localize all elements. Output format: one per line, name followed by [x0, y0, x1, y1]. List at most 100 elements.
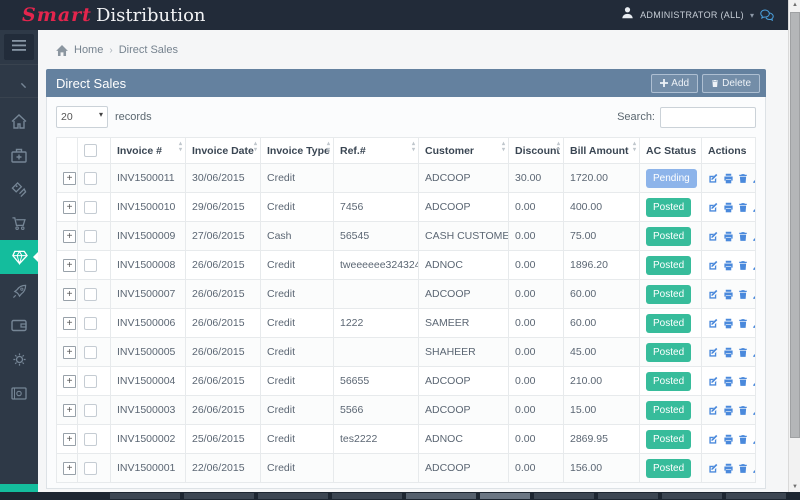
expand-row-button[interactable]: + [63, 317, 76, 330]
sidebar-item-home[interactable] [0, 104, 38, 138]
expand-row-button[interactable]: + [63, 259, 76, 272]
sort-arrows-icon[interactable]: ▴▾ [633, 141, 636, 153]
sort-arrows-icon[interactable]: ▴▾ [254, 141, 257, 153]
row-checkbox[interactable] [84, 288, 97, 301]
user-icon[interactable] [752, 173, 756, 184]
delete-icon[interactable] [738, 289, 748, 300]
sort-arrows-icon[interactable]: ▴▾ [412, 141, 415, 153]
user-icon[interactable] [752, 434, 756, 445]
column-header[interactable]: Invoice Type▴▾ [261, 138, 334, 164]
expand-row-button[interactable]: + [63, 462, 76, 475]
print-icon[interactable] [723, 202, 734, 213]
print-icon[interactable] [723, 463, 734, 474]
sidebar-item-direct-sales[interactable] [0, 240, 38, 274]
delete-button[interactable]: Delete [702, 74, 760, 93]
edit-icon[interactable] [708, 202, 719, 213]
expand-row-button[interactable]: + [63, 201, 76, 214]
user-icon[interactable] [752, 347, 756, 358]
expand-row-button[interactable]: + [63, 288, 76, 301]
edit-icon[interactable] [708, 260, 719, 271]
sort-arrows-icon[interactable]: ▴▾ [502, 141, 505, 153]
edit-icon[interactable] [708, 463, 719, 474]
delete-icon[interactable] [738, 434, 748, 445]
sort-arrows-icon[interactable]: ▴▾ [327, 141, 330, 153]
delete-icon[interactable] [738, 405, 748, 416]
user-icon[interactable] [752, 318, 756, 329]
row-checkbox[interactable] [84, 404, 97, 417]
edit-icon[interactable] [708, 405, 719, 416]
print-icon[interactable] [723, 347, 734, 358]
sort-arrows-icon[interactable]: ▴▾ [179, 141, 182, 153]
print-icon[interactable] [723, 289, 734, 300]
print-icon[interactable] [723, 231, 734, 242]
edit-icon[interactable] [708, 231, 719, 242]
chat-icon[interactable] [760, 9, 774, 21]
user-icon[interactable] [752, 260, 756, 271]
row-checkbox[interactable] [84, 433, 97, 446]
column-header[interactable]: Invoice #▴▾ [111, 138, 186, 164]
column-header[interactable]: Invoice Date▴▾ [186, 138, 261, 164]
sidebar-item-delivery[interactable] [0, 274, 38, 308]
expand-row-button[interactable]: + [63, 346, 76, 359]
print-icon[interactable] [723, 173, 734, 184]
expand-row-button[interactable]: + [63, 433, 76, 446]
delete-icon[interactable] [738, 260, 748, 271]
edit-icon[interactable] [708, 347, 719, 358]
edit-icon[interactable] [708, 318, 719, 329]
user-icon[interactable] [752, 231, 756, 242]
user-icon[interactable] [752, 376, 756, 387]
delete-icon[interactable] [738, 376, 748, 387]
expand-row-button[interactable]: + [63, 172, 76, 185]
expand-row-button[interactable]: + [63, 230, 76, 243]
user-icon[interactable] [752, 289, 756, 300]
row-checkbox[interactable] [84, 259, 97, 272]
delete-icon[interactable] [738, 463, 748, 474]
sidebar-item-inventory[interactable] [0, 138, 38, 172]
user-icon[interactable] [752, 463, 756, 474]
delete-icon[interactable] [738, 173, 748, 184]
delete-icon[interactable] [738, 231, 748, 242]
scrollbar-up-arrow-icon[interactable]: ▲ [789, 0, 800, 10]
row-checkbox[interactable] [84, 230, 97, 243]
records-per-page-select[interactable]: 20 [56, 106, 108, 128]
row-checkbox[interactable] [84, 462, 97, 475]
user-icon[interactable] [752, 405, 756, 416]
edit-icon[interactable] [708, 376, 719, 387]
print-icon[interactable] [723, 405, 734, 416]
sidebar-item-tags[interactable] [0, 172, 38, 206]
user-icon[interactable] [752, 202, 756, 213]
delete-icon[interactable] [738, 202, 748, 213]
select-all-checkbox[interactable] [84, 144, 97, 157]
row-checkbox[interactable] [84, 375, 97, 388]
hamburger-menu-button[interactable] [4, 34, 34, 60]
column-header[interactable]: Ref.#▴▾ [334, 138, 419, 164]
column-header[interactable]: Discount▴▾ [509, 138, 564, 164]
row-checkbox[interactable] [84, 346, 97, 359]
vertical-scrollbar[interactable]: ▲ ▼ [788, 0, 800, 492]
row-checkbox[interactable] [84, 172, 97, 185]
print-icon[interactable] [723, 376, 734, 387]
edit-icon[interactable] [708, 434, 719, 445]
print-icon[interactable] [723, 434, 734, 445]
print-icon[interactable] [723, 318, 734, 329]
column-header[interactable]: Customer▴▾ [419, 138, 509, 164]
scrollbar-down-arrow-icon[interactable]: ▼ [789, 482, 800, 492]
delete-icon[interactable] [738, 318, 748, 329]
print-icon[interactable] [723, 260, 734, 271]
delete-icon[interactable] [738, 347, 748, 358]
sidebar-item-settings[interactable] [0, 342, 38, 376]
edit-icon[interactable] [708, 173, 719, 184]
row-checkbox[interactable] [84, 201, 97, 214]
chevron-down-icon[interactable]: ▾ [750, 11, 754, 20]
sidebar-item-cash[interactable] [0, 376, 38, 410]
row-checkbox[interactable] [84, 317, 97, 330]
breadcrumb-home-link[interactable]: Home [74, 44, 103, 56]
search-input[interactable] [660, 107, 756, 128]
sidebar-item-accounts[interactable] [0, 308, 38, 342]
expand-row-button[interactable]: + [63, 404, 76, 417]
add-button[interactable]: Add [651, 74, 698, 93]
expand-row-button[interactable]: + [63, 375, 76, 388]
sidebar-item-search[interactable] [0, 64, 38, 98]
scrollbar-thumb[interactable] [790, 12, 800, 438]
edit-icon[interactable] [708, 289, 719, 300]
